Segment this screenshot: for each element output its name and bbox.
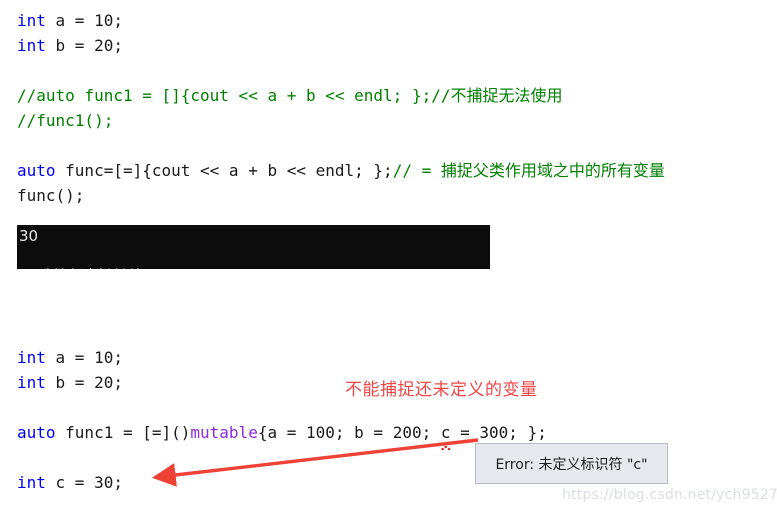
code-token-kw: int [17, 473, 46, 492]
code-line[interactable]: int a = 10; [17, 8, 665, 33]
code-token-plain: b = 20; [45, 36, 123, 55]
console-prompt-line: 请按任意键继续. . . [17, 246, 490, 269]
code-token-kw: auto [17, 161, 56, 180]
code-token-plain: func=[=]{cout << a + b << endl; }; [55, 161, 393, 180]
code-token-mut: mutable [190, 423, 258, 442]
code-token-cmt: //func1(); [17, 111, 114, 130]
code-line[interactable]: int c = 30; [17, 470, 547, 495]
code-token-kw: int [17, 36, 46, 55]
code-line[interactable]: auto func=[=]{cout << a + b << endl; };/… [17, 158, 665, 183]
watermark-url: https://blog.csdn.net/ych9527 [562, 487, 777, 503]
code-block-top[interactable]: int a = 10; int b = 20; //auto func1 = []… [17, 8, 665, 208]
code-token-kw: int [17, 11, 46, 30]
code-line[interactable] [17, 58, 665, 83]
code-line[interactable]: int a = 10; [17, 345, 547, 370]
code-block-bottom[interactable]: int a = 10; int b = 20; auto func1 = [=](… [17, 345, 547, 495]
error-tooltip-text: Error: 未定义标识符 "c" [495, 456, 648, 473]
code-token-kw: auto [17, 423, 56, 442]
annotation-note-text: 不能捕捉还未定义的变量 [345, 380, 538, 400]
code-token-kw: int [17, 348, 46, 367]
code-line[interactable]: func(); [17, 183, 665, 208]
code-line[interactable] [17, 445, 547, 470]
code-token-plain: {a = 100; b = 200; [257, 423, 441, 442]
code-token-plain: func1 = [=]() [55, 423, 191, 442]
code-line[interactable] [17, 133, 665, 158]
code-line[interactable]: //func1(); [17, 108, 665, 133]
code-line[interactable]: auto func1 = [=]()mutable{a = 100; b = 2… [17, 420, 547, 450]
console-output-window[interactable]: 30 请按任意键继续. . . [17, 225, 490, 269]
code-token-plain: c = 30; [45, 473, 123, 492]
code-token-plain: a = 10; [45, 11, 123, 30]
code-token-plain: = 300; }; [450, 423, 547, 442]
console-prompt-text: 请按任意键继续. . . [38, 267, 167, 269]
console-output-value: 30 [19, 227, 39, 245]
code-token-cmt: //auto func1 = []{cout << a + b << endl;… [17, 86, 563, 105]
code-line[interactable]: //auto func1 = []{cout << a + b << endl;… [17, 83, 665, 108]
code-token-squiggle: c [440, 420, 451, 450]
error-tooltip: Error: 未定义标识符 "c" [475, 443, 668, 484]
code-token-kw: int [17, 373, 46, 392]
code-token-cmt: // = 捕捉父类作用域之中的所有变量 [392, 161, 665, 180]
code-line[interactable]: int b = 20; [17, 33, 665, 58]
code-token-plain: func(); [17, 186, 85, 205]
code-token-plain: b = 20; [45, 373, 123, 392]
code-token-plain: a = 10; [45, 348, 123, 367]
